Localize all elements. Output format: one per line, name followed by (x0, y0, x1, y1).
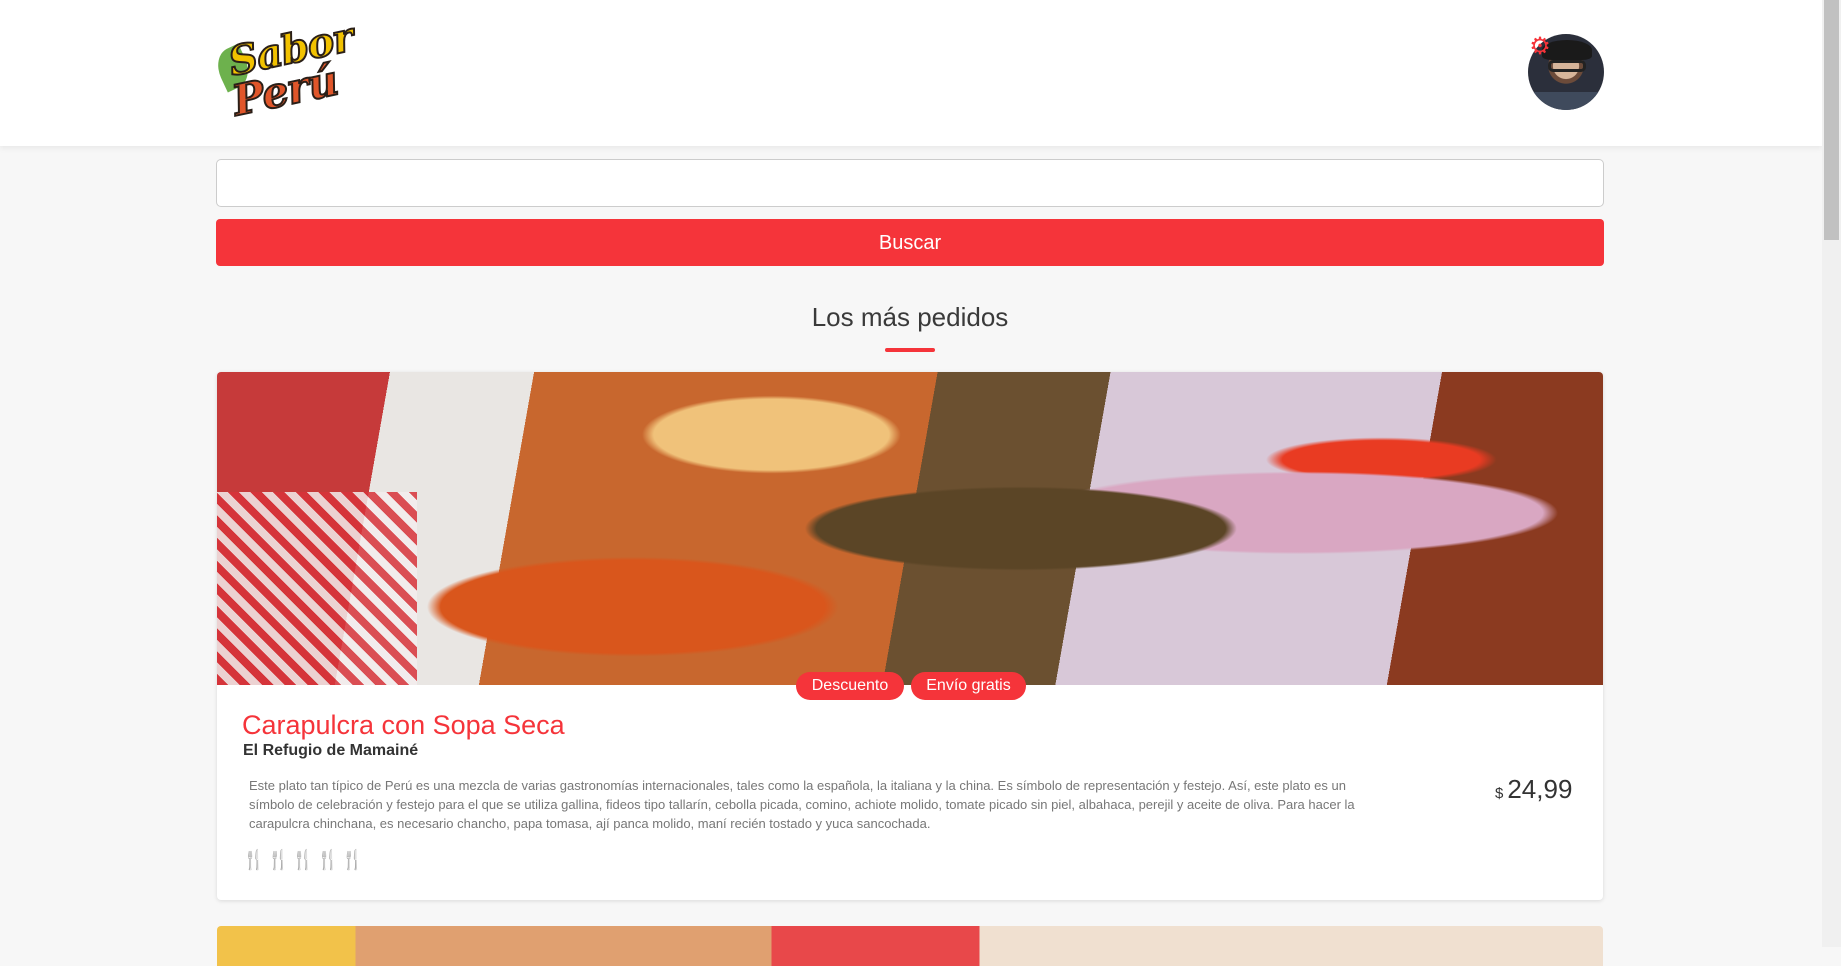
price-value: 24,99 (1507, 774, 1573, 804)
sabor-peru-logo[interactable]: Sabor Perú (210, 12, 358, 126)
discount-badge: Descuento (796, 672, 904, 700)
dish-image[interactable] (217, 372, 1603, 685)
restaurant-name: El Refugio de Mamainé (243, 742, 419, 759)
search-button[interactable]: Buscar (216, 219, 1604, 266)
section-title: Los más pedidos (811, 302, 1009, 332)
tablecloth-pattern (217, 492, 417, 685)
free-shipping-badge: Envío gratis (911, 672, 1026, 700)
fork-knife-icon: 🍴 (266, 850, 292, 871)
currency-symbol: $ (1495, 785, 1504, 802)
scrollbar-thumb[interactable] (1824, 0, 1839, 240)
title-underline (885, 348, 935, 352)
dish-card[interactable]: Descuento Envío gratis Carapulcra con So… (217, 372, 1603, 900)
search-input[interactable] (216, 159, 1604, 207)
dish-price: $24,99 (1495, 774, 1572, 805)
fork-knife-icon: 🍴 (316, 850, 341, 871)
avatar-glasses (1548, 60, 1586, 72)
avatar-shirt (1528, 92, 1604, 110)
fork-knife-icon: 🍴 (242, 850, 267, 871)
dish-description: Este plato tan típico de Perú es una mez… (249, 778, 1355, 831)
dish-card-next-image[interactable] (217, 926, 1603, 966)
gear-icon[interactable]: ⚙ (1529, 35, 1551, 59)
fork-knife-icon: 🍴 (340, 850, 366, 871)
dish-title[interactable]: Carapulcra con Sopa Seca (242, 710, 565, 741)
rating-forks: 🍴🍴🍴🍴🍴 (242, 848, 365, 872)
fork-knife-icon: 🍴 (291, 850, 317, 871)
